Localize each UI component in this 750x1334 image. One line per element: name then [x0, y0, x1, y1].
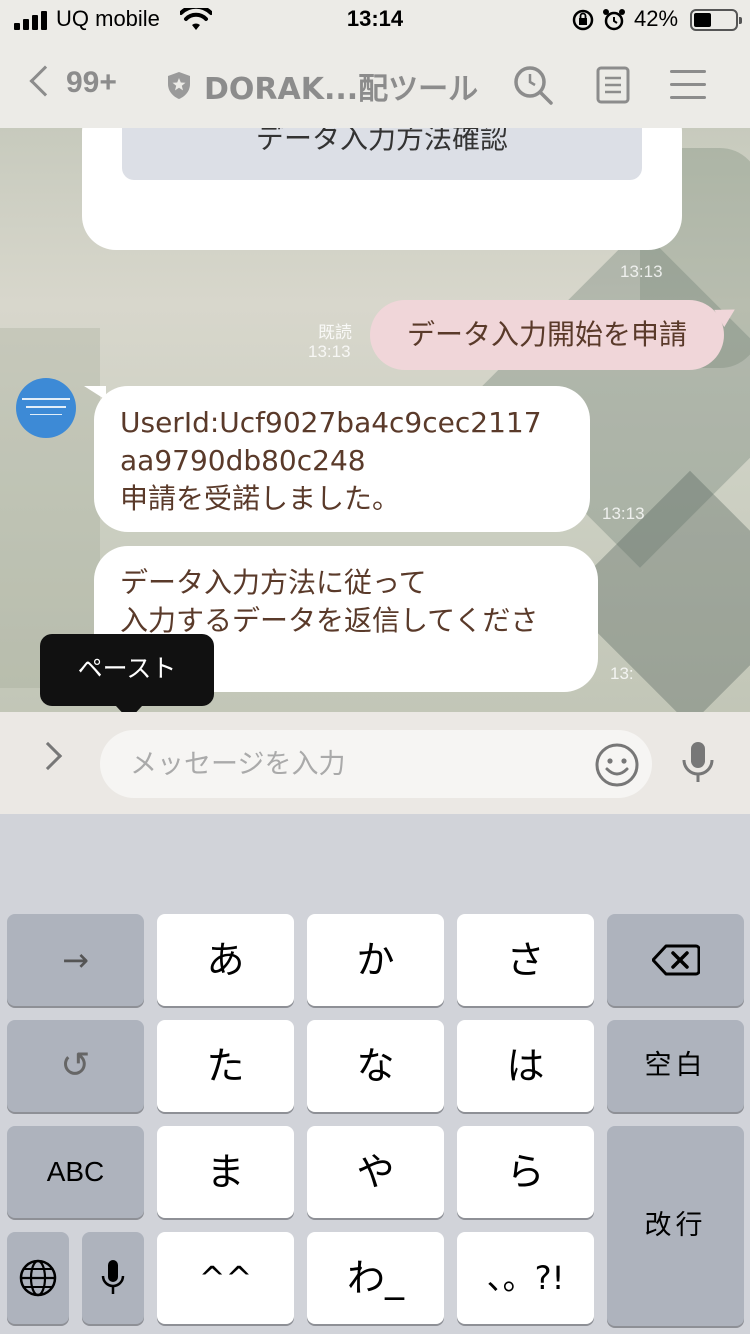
search-icon[interactable] [512, 64, 554, 106]
enter-key[interactable]: 改行 [607, 1126, 744, 1326]
key-abc[interactable]: ABC [7, 1126, 144, 1218]
shield-icon [168, 72, 190, 99]
note-icon[interactable] [596, 66, 630, 104]
globe-icon [19, 1259, 57, 1297]
key-ma[interactable]: ま [157, 1126, 294, 1218]
menu-icon[interactable] [670, 70, 706, 100]
read-label: 既読 [318, 323, 352, 343]
message-input-bar [0, 712, 750, 814]
unread-count: 99+ [66, 66, 117, 99]
message-line: データ入力方法に従って [120, 566, 427, 599]
my-message-bubble[interactable]: データ入力開始を申請 [370, 300, 740, 370]
data-input-method-button[interactable]: データ入力方法確認 [122, 128, 642, 180]
message-time: 13:13 [602, 504, 645, 523]
key-a[interactable]: あ [157, 914, 294, 1006]
alarm-icon [603, 9, 625, 31]
message-time: 13:13 [308, 342, 351, 361]
mic-icon[interactable] [680, 740, 716, 784]
key-arrow[interactable]: → [7, 914, 144, 1006]
keyboard: → あ か さ ↺ た な は 空白 ABC ま や ら 改行 ^^ わ_ 、。… [0, 814, 750, 1334]
message-time: 13: [610, 664, 634, 683]
backspace-icon [652, 944, 700, 976]
avatar[interactable] [16, 378, 76, 438]
mic-icon [101, 1260, 125, 1294]
paste-menu[interactable]: ペースト [40, 634, 214, 720]
chat-area[interactable]: データ入力方法確認 13:13 既読 13:13 データ入力開始を申請 User… [0, 128, 750, 712]
space-key[interactable]: 空白 [607, 1020, 744, 1112]
chat-header: 99+ DORAK...配ツール [0, 40, 750, 128]
bot-message-bubble[interactable]: UserId:Ucf9027ba4c9cec2117 aa9790db80c24… [84, 386, 590, 532]
key-na[interactable]: な [307, 1020, 444, 1112]
message-line: aa9790db80c248 [120, 444, 366, 477]
emoji-icon[interactable] [594, 742, 640, 788]
key-punctuation[interactable]: 、。?! [457, 1232, 594, 1324]
rotation-lock-icon [572, 9, 594, 31]
back-button[interactable]: 99+ [26, 62, 136, 106]
backspace-key[interactable] [607, 914, 744, 1006]
message-line: UserId:Ucf9027ba4c9cec2117 [120, 406, 542, 439]
key-sa[interactable]: さ [457, 914, 594, 1006]
key-ya[interactable]: や [307, 1126, 444, 1218]
menu-card: データ入力方法確認 [82, 128, 682, 250]
key-ha[interactable]: は [457, 1020, 594, 1112]
chat-title[interactable]: DORAK...配ツール [204, 64, 478, 108]
message-time: 13:13 [620, 262, 663, 281]
message-line: 申請を受諾しました。 [120, 482, 401, 515]
key-ka[interactable]: か [307, 914, 444, 1006]
key-undo[interactable]: ↺ [7, 1020, 144, 1112]
key-ta[interactable]: た [157, 1020, 294, 1112]
key-ra[interactable]: ら [457, 1126, 594, 1218]
my-message-text: データ入力開始を申請 [406, 318, 687, 351]
status-bar: UQ mobile 13:14 42% [0, 0, 750, 40]
globe-key[interactable] [7, 1232, 69, 1324]
battery-percent: 42% [634, 6, 679, 31]
back-chevron-icon [29, 65, 61, 97]
paste-label: ペースト [77, 654, 177, 683]
message-input[interactable] [100, 730, 652, 798]
key-wa[interactable]: わ_ [307, 1232, 444, 1324]
key-kaomoji[interactable]: ^^ [157, 1232, 294, 1324]
dictation-key[interactable] [82, 1232, 144, 1324]
expand-icon[interactable] [33, 741, 63, 771]
battery-level [694, 13, 711, 27]
battery-icon [690, 9, 742, 31]
